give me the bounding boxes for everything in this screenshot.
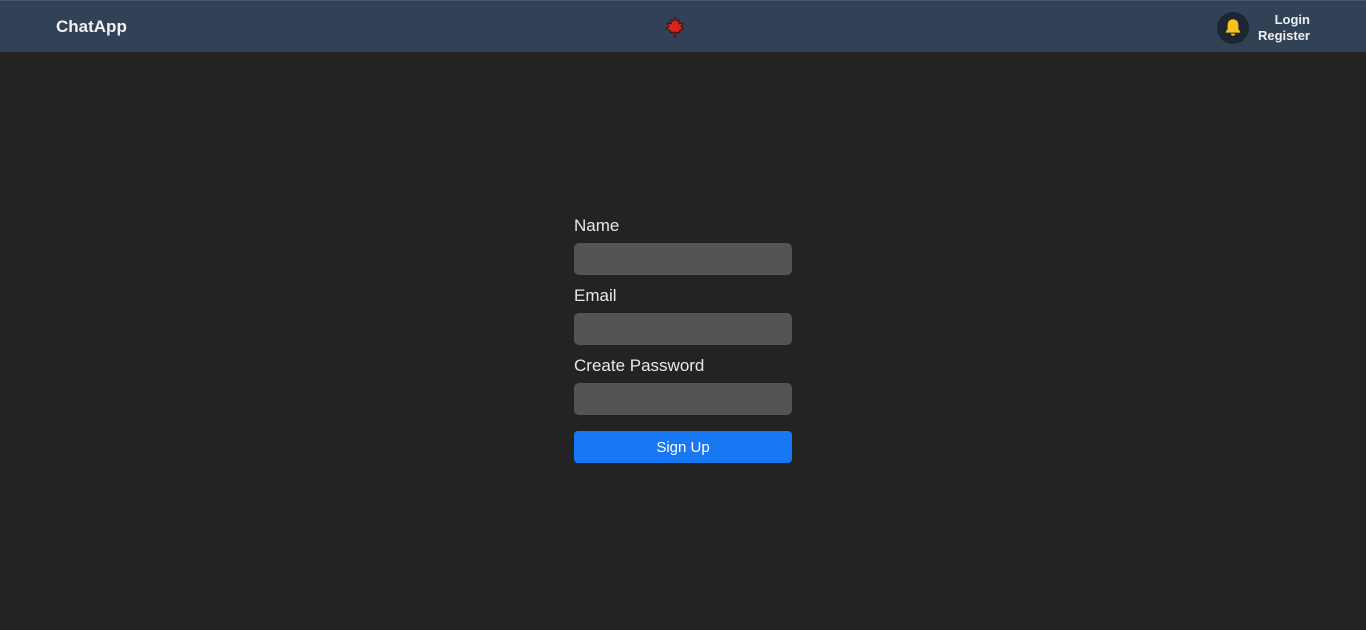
sign-up-button[interactable]: Sign Up [574,431,792,463]
name-label: Name [574,216,620,235]
email-label: Email [574,286,617,305]
name-input[interactable] [574,243,792,275]
email-input[interactable] [574,313,792,345]
signup-form: Name Email Create Password Sign Up [574,215,792,463]
bell-icon [1225,19,1241,36]
maple-leaf-icon[interactable] [663,15,687,39]
brand-link[interactable]: ChatApp [56,16,127,38]
auth-links: Login Register [1258,12,1310,44]
login-link[interactable]: Login [1258,12,1310,28]
password-label: Create Password [574,356,705,375]
notification-button[interactable] [1217,12,1249,44]
navbar: ChatApp Login Register [0,0,1366,52]
password-input[interactable] [574,383,792,415]
register-link[interactable]: Register [1258,28,1310,44]
